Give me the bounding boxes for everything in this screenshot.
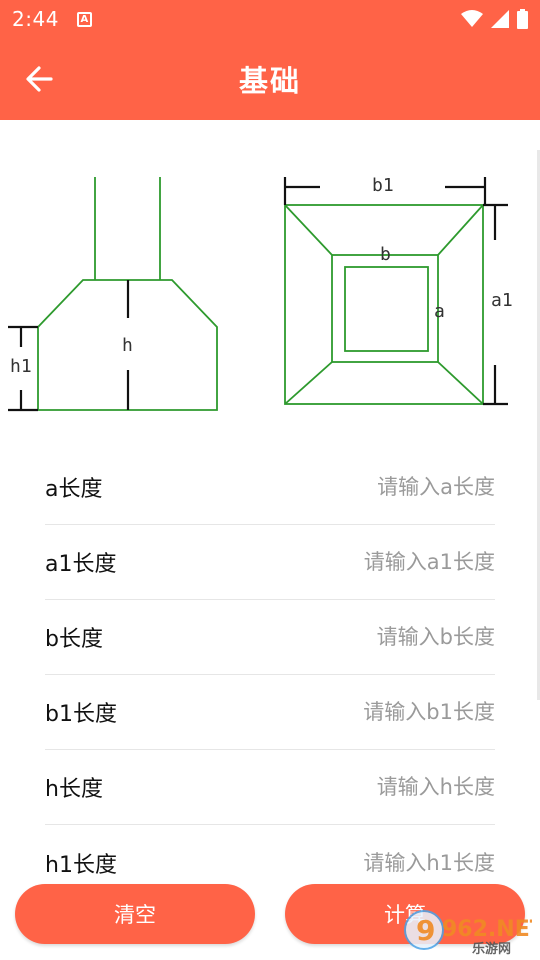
plan-view — [283, 177, 508, 406]
diagonal-lines — [284, 204, 484, 405]
label-b1-length: b1长度 — [45, 702, 117, 727]
input-h-length[interactable] — [235, 775, 495, 799]
arrow-left-icon — [26, 66, 53, 92]
middle-square — [331, 254, 439, 363]
label-h-length: h长度 — [45, 777, 103, 802]
watermark-brand: 962.NET — [442, 917, 532, 942]
label-h1: h1 — [10, 356, 32, 377]
form-row-a1: a1长度 — [45, 525, 495, 600]
status-time: 2:44 — [12, 7, 59, 31]
form-row-h: h长度 — [45, 750, 495, 825]
label-b-length: b长度 — [45, 627, 103, 652]
label-a: a — [434, 301, 445, 322]
status-icons — [461, 9, 528, 29]
clear-button[interactable]: 清空 — [15, 884, 255, 944]
label-a1: a1 — [491, 290, 513, 311]
status-bar: 2:44 A — [0, 0, 540, 38]
form-row-b: b长度 — [45, 600, 495, 675]
foundation-diagram: h h1 b1 b a a1 — [0, 120, 540, 440]
app-bar: 基础 — [0, 38, 540, 120]
label-a1-length: a1长度 — [45, 552, 117, 577]
input-form: a长度 a1长度 b长度 b1长度 h长度 h1长度 — [45, 450, 495, 900]
site-watermark-logo: 9 962.NET 乐游网 — [404, 910, 532, 956]
signal-icon — [491, 10, 509, 28]
inner-square — [344, 266, 429, 352]
label-h1-length: h1长度 — [45, 852, 117, 878]
label-b: b — [380, 244, 391, 265]
notification-a-icon: A — [76, 11, 92, 27]
form-row-a: a长度 — [45, 450, 495, 525]
page-title: 基础 — [238, 64, 301, 98]
input-a-length[interactable] — [235, 475, 495, 499]
watermark-sub: 乐游网 — [472, 941, 511, 956]
outer-square — [284, 204, 484, 405]
label-a-length: a长度 — [45, 477, 103, 502]
diagram-svg: h h1 b1 b a a1 — [8, 175, 513, 412]
label-h: h — [122, 335, 133, 356]
form-row-b1: b1长度 — [45, 675, 495, 750]
back-button[interactable] — [14, 54, 64, 104]
input-h1-length[interactable] — [235, 850, 495, 875]
label-b1: b1 — [372, 175, 394, 196]
input-a1-length[interactable] — [235, 550, 495, 574]
column-lines — [94, 177, 161, 280]
input-b-length[interactable] — [235, 625, 495, 649]
battery-icon — [517, 9, 528, 29]
svg-text:9: 9 — [416, 914, 435, 947]
section-view — [8, 177, 218, 412]
wifi-icon — [461, 10, 483, 27]
input-b1-length[interactable] — [235, 700, 495, 724]
